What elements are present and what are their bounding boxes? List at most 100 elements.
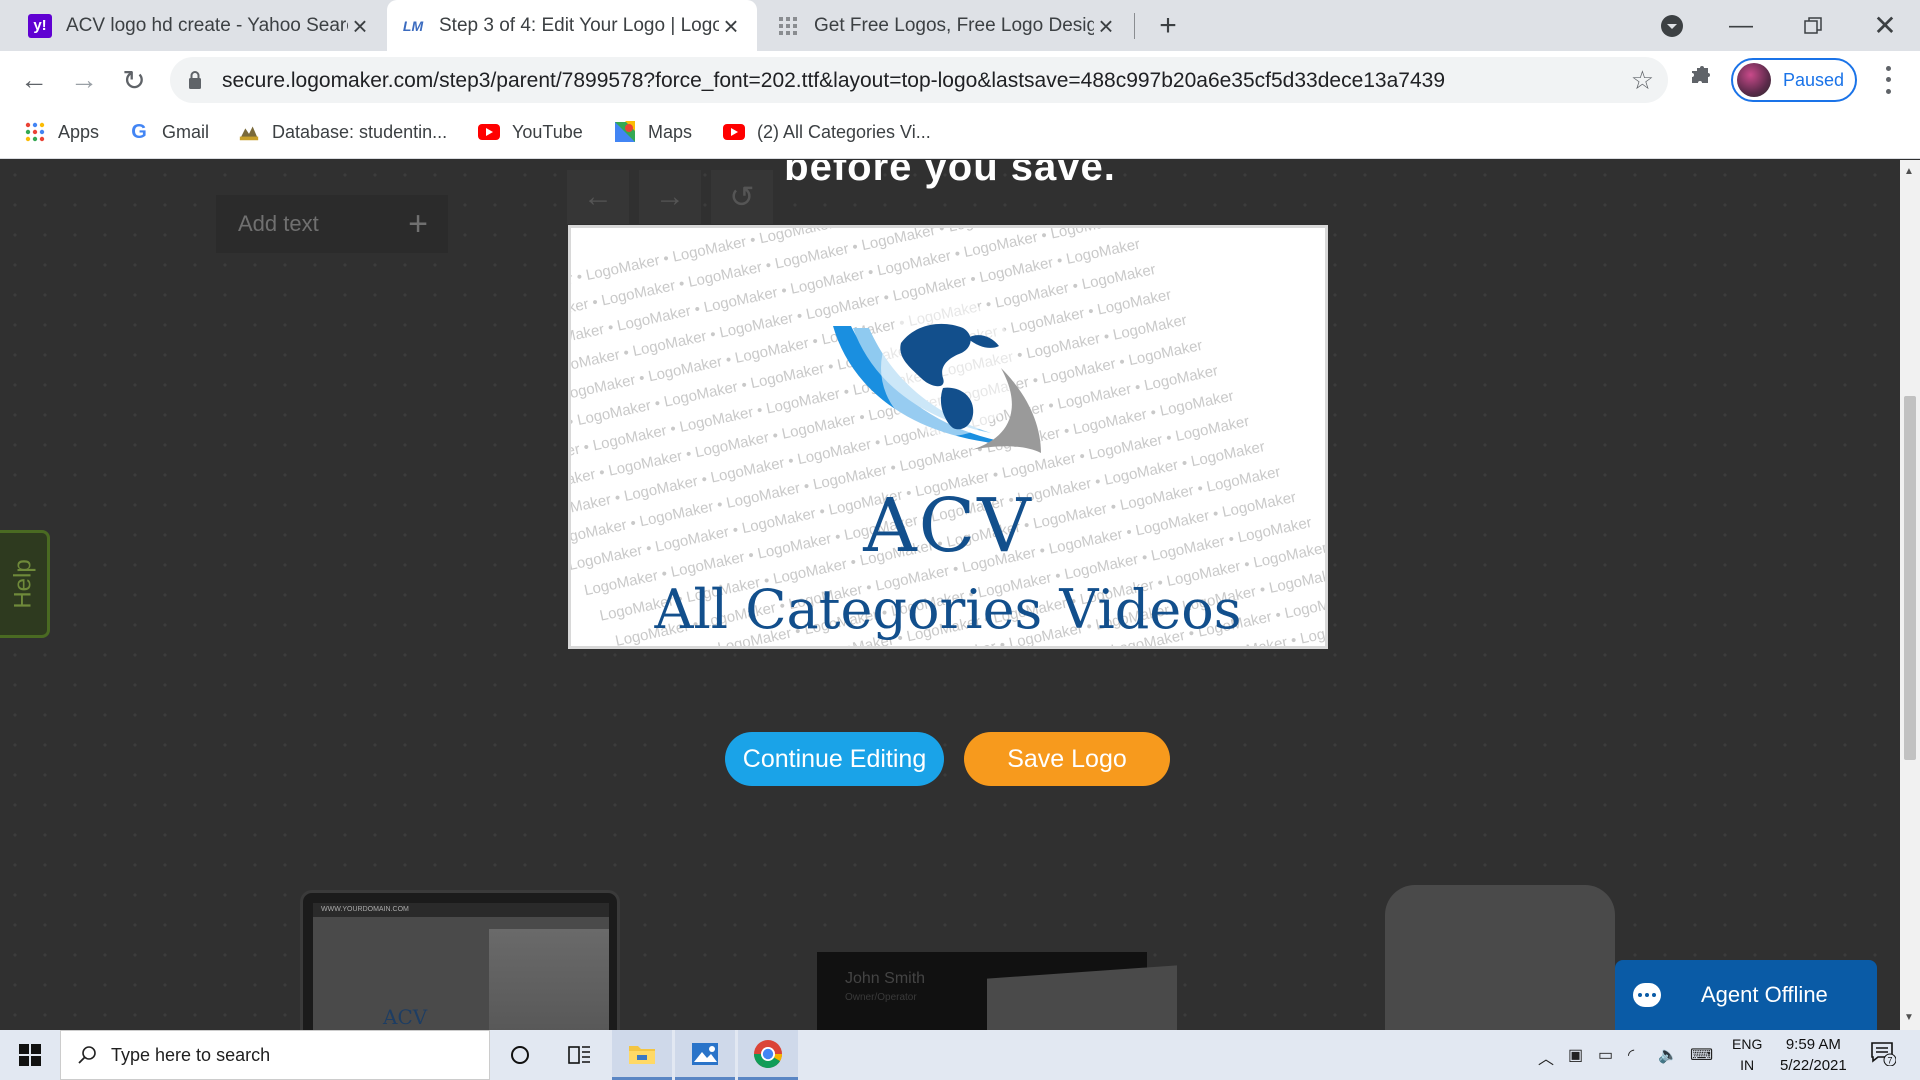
tab-strip: y! ACV logo hd create - Yahoo Search × L… [0,0,1920,51]
lang-code: ENG [1732,1036,1763,1052]
bookmark-all-categories[interactable]: (2) All Categories Vi... [723,121,931,143]
continue-editing-button[interactable]: Continue Editing [725,732,944,786]
notification-center-icon[interactable]: 7 [1870,1040,1897,1071]
yahoo-icon: y! [28,13,52,38]
card-back [987,965,1177,1030]
logo-title: ACV [863,483,1033,569]
mockup-logo-text: ACV [383,1005,428,1029]
clock-date: 5/22/2021 [1780,1057,1847,1074]
bookmark-youtube[interactable]: YouTube [478,121,583,143]
close-tab-icon[interactable]: × [348,13,372,39]
bookmark-apps[interactable]: Apps [24,121,99,143]
more-menu-icon[interactable] [1878,63,1898,97]
youtube-icon [478,121,500,143]
grid-icon [776,14,800,38]
tab-search-button[interactable] [1647,0,1697,51]
laptop-mockup: WWW.YOURDOMAIN.COM ACV [300,890,620,1030]
bookmark-label: Gmail [162,121,210,142]
mockup-photo [489,929,609,1030]
plus-icon: + [408,204,428,243]
maps-icon [614,121,636,143]
tshirt-mockup [1385,885,1615,1030]
profile-status: Paused [1783,69,1845,90]
minimize-button[interactable]: — [1716,0,1766,51]
help-label: Help [9,559,37,609]
modal-headline: before you save. [784,160,1116,189]
logo-editor-page: Add text + ← → ↺ before you save. Help L… [0,160,1900,1030]
chat-bubble-icon [1633,983,1661,1007]
agent-chat-button[interactable]: Agent Offline [1615,960,1877,1030]
logo-preview: LogoMaker • LogoMaker • LogoMaker • Logo… [568,225,1328,649]
taskbar-search-box[interactable]: Type here to search [60,1030,490,1080]
google-icon: G [131,120,147,143]
clock-time: 9:59 AM [1785,1036,1841,1053]
bookmark-label: YouTube [512,121,583,142]
battery-icon[interactable]: ▭ [1598,1045,1613,1065]
bookmark-star-icon[interactable]: ☆ [1631,65,1654,96]
tab-separator [1134,13,1135,39]
notification-count: 7 [1887,1056,1892,1066]
close-window-button[interactable]: ✕ [1860,0,1910,51]
photos-app-icon[interactable] [675,1030,735,1080]
bookmark-label: Database: studentin... [272,121,448,142]
tab-title: ACV logo hd create - Yahoo Search [66,14,348,36]
tab-title: Step 3 of 4: Edit Your Logo | LogoMaker [439,14,719,36]
file-explorer-icon[interactable] [612,1030,672,1080]
search-placeholder: Type here to search [111,1044,271,1065]
url-text: secure.logomaker.com/step3/parent/789957… [222,69,1446,92]
tab-free-logos[interactable]: Get Free Logos, Free Logo Design × [762,0,1132,51]
back-button[interactable]: ← [14,60,54,100]
wifi-icon[interactable]: ◜ [1628,1045,1634,1065]
apps-grid-icon [24,121,46,143]
start-button[interactable] [0,1030,60,1080]
tab-yahoo-search[interactable]: y! ACV logo hd create - Yahoo Search × [14,0,386,51]
show-hidden-icons-chevron[interactable]: ︿ [1538,1045,1554,1069]
browser-toolbar: ← → ↻ secure.logomaker.com/step3/parent/… [0,51,1920,109]
database-icon [238,121,260,143]
system-clock[interactable]: 9:59 AM 5/22/2021 [1780,1034,1847,1076]
bookmark-label: (2) All Categories Vi... [757,121,931,142]
mockup-url: WWW.YOURDOMAIN.COM [313,903,609,917]
tab-logomaker-step3[interactable]: LM Step 3 of 4: Edit Your Logo | LogoMak… [387,0,757,51]
forward-button[interactable]: → [64,60,104,100]
add-text-button[interactable]: Add text + [216,195,448,253]
input-language[interactable]: ENG IN [1732,1034,1762,1076]
new-tab-button[interactable]: + [1143,0,1193,51]
keyboard-icon[interactable]: ⌨ [1690,1045,1713,1065]
agent-status: Agent Offline [1701,982,1828,1007]
windows-taskbar: Type here to search ︿ ▣ ▭ ◜ 🔈 ⌨ ENG IN 9… [0,1030,1920,1080]
meet-now-icon[interactable]: ▣ [1568,1045,1583,1065]
lock-icon [189,71,201,89]
scroll-thumb[interactable] [1904,396,1916,760]
cortana-icon[interactable] [490,1030,550,1080]
bookmark-database[interactable]: Database: studentin... [238,121,447,143]
windows-logo-icon [19,1044,41,1066]
close-tab-icon[interactable]: × [1094,13,1118,39]
card-role: Owner/Operator [845,992,917,1003]
restore-button[interactable] [1788,0,1838,51]
close-tab-icon[interactable]: × [719,13,743,39]
reload-button[interactable]: ↻ [114,60,154,100]
bookmark-gmail[interactable]: G Gmail [128,121,209,143]
bookmark-label: Apps [58,121,100,142]
task-view-icon[interactable] [550,1030,610,1080]
restore-icon [1804,16,1822,34]
help-tab[interactable]: Help [0,530,50,638]
search-icon [78,1046,96,1064]
bookmark-maps[interactable]: Maps [614,121,692,143]
scroll-up-arrow[interactable]: ▲ [1904,166,1914,177]
add-text-label: Add text [238,211,319,236]
scroll-down-arrow[interactable]: ▼ [1904,1012,1914,1023]
save-logo-button[interactable]: Save Logo [964,732,1170,786]
bookmarks-bar: Apps G Gmail Database: studentin... YouT… [0,109,1920,159]
bookmark-label: Maps [648,121,693,142]
avatar [1737,63,1771,97]
page-scrollbar[interactable]: ▲ ▼ [1900,160,1920,1030]
profile-button[interactable]: Paused [1731,58,1857,102]
chrome-icon[interactable] [738,1030,798,1080]
extensions-puzzle-icon[interactable] [1688,65,1712,96]
volume-icon[interactable]: 🔈 [1658,1045,1678,1065]
tab-title: Get Free Logos, Free Logo Design [814,14,1094,36]
business-card-mockup: John Smith Owner/Operator [817,952,1177,1030]
address-bar[interactable]: secure.logomaker.com/step3/parent/789957… [170,57,1668,103]
